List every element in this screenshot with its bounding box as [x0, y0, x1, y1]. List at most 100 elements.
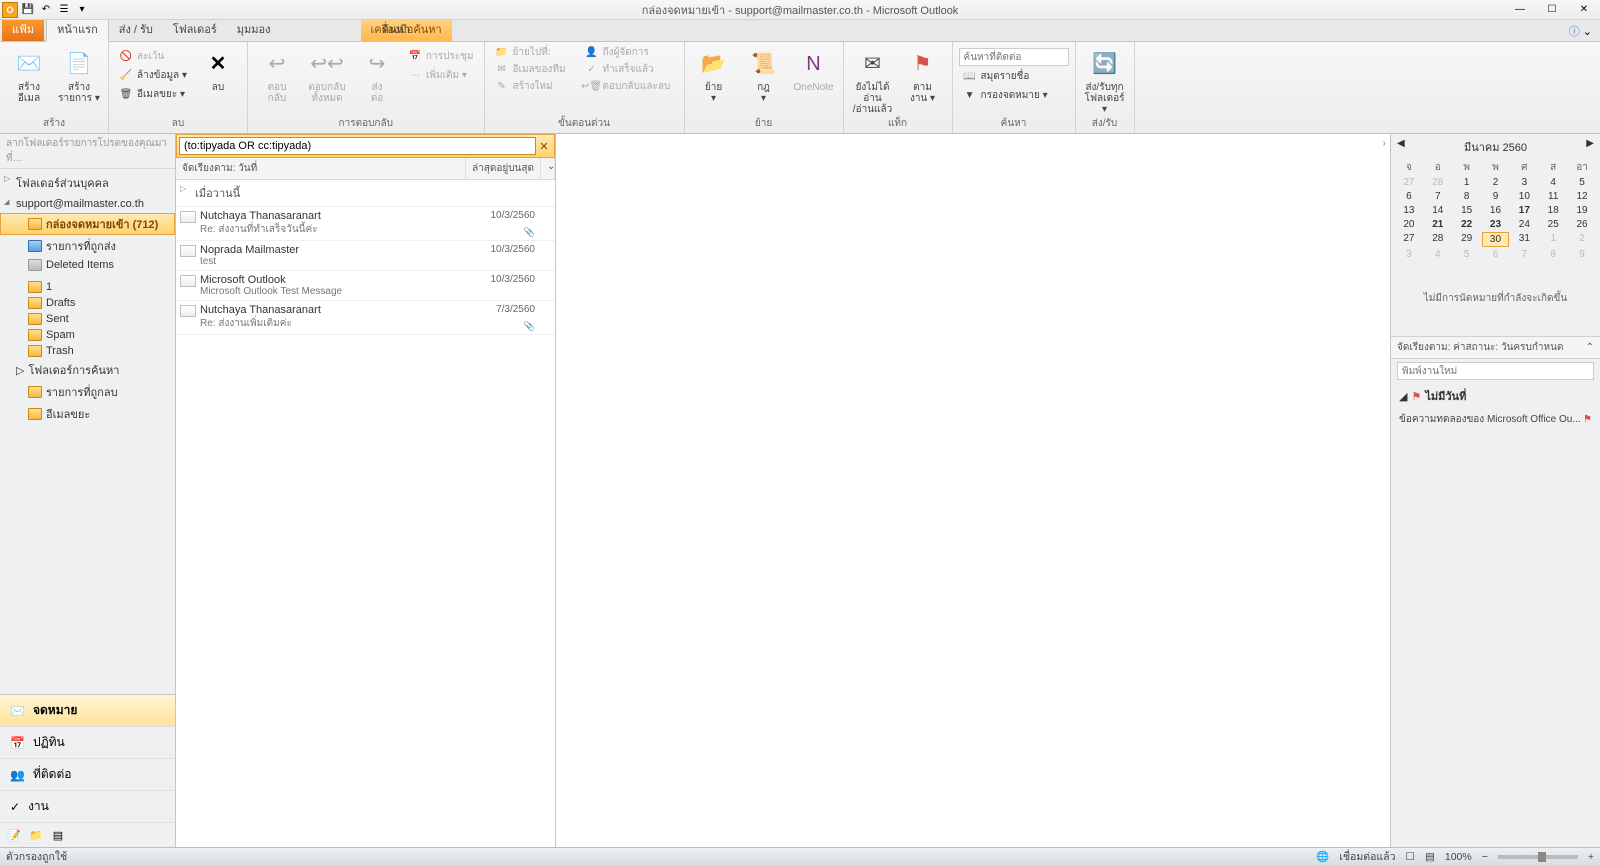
qs-create[interactable]: ✎สร้างใหม่ [491, 78, 581, 95]
cal-day[interactable]: 27 [1395, 232, 1423, 247]
qs-replydelete[interactable]: ↩🗑ตอบกลับและลบ [581, 78, 671, 95]
shortcuts-icon[interactable]: ▤ [50, 827, 66, 843]
rules-button[interactable]: 📜กฎ ▾ [741, 44, 787, 104]
cal-day[interactable]: 3 [1510, 176, 1538, 189]
cal-day[interactable]: 26 [1568, 218, 1596, 231]
cal-day[interactable]: 6 [1395, 190, 1423, 203]
cal-day[interactable]: 2 [1568, 232, 1596, 247]
help-icon[interactable]: ⓘ [1569, 26, 1580, 38]
cal-day[interactable]: 2 [1482, 176, 1510, 189]
cal-day[interactable]: 8 [1539, 248, 1567, 261]
reply-all-button[interactable]: ↩↩ตอบกลับ ทั้งหมด [304, 44, 350, 104]
message-item[interactable]: Nutchaya Thanasaranart 7/3/2560 Re: ส่งง… [176, 301, 555, 335]
task-header[interactable]: จัดเรียงตาม: ค่าสถานะ: วันครบกำหนด⌃ [1391, 336, 1600, 359]
qs-moveto[interactable]: 📁ย้ายไปที่: [491, 44, 581, 61]
cal-day[interactable]: 16 [1482, 204, 1510, 217]
task-item[interactable]: ข้อความทดลองของ Microsoft Office Ou... ⚑ [1391, 409, 1600, 430]
cal-day[interactable]: 27 [1395, 176, 1423, 189]
folder-one[interactable]: 1 [0, 279, 175, 295]
expand-reading-icon[interactable]: › [1383, 138, 1386, 149]
junk-button[interactable]: 🗑อีเมลขยะ ▾ [115, 86, 191, 103]
folder-sent[interactable]: Sent [0, 311, 175, 327]
tab-file[interactable]: แฟ้ม [2, 17, 44, 41]
newest-on-top[interactable]: ล่าสุดอยู่บนสุด [466, 158, 541, 179]
cal-day[interactable]: 7 [1510, 248, 1538, 261]
new-email-button[interactable]: ✉️ สร้าง อีเมล [6, 44, 52, 104]
cal-next-button[interactable]: ▶ [1586, 138, 1594, 149]
save-icon[interactable]: 💾 [20, 2, 36, 18]
cal-day[interactable]: 1 [1453, 176, 1481, 189]
forward-button[interactable]: ↪ส่ง ต่อ [354, 44, 400, 104]
zoom-slider[interactable] [1498, 855, 1578, 859]
maximize-button[interactable]: ☐ [1540, 2, 1564, 16]
cal-day[interactable]: 17 [1510, 204, 1538, 217]
cal-day[interactable]: 1 [1539, 232, 1567, 247]
cal-day[interactable]: 11 [1539, 190, 1567, 203]
cal-day[interactable]: 20 [1395, 218, 1423, 231]
cal-day[interactable]: 6 [1482, 248, 1510, 261]
message-item[interactable]: Nutchaya Thanasaranart 10/3/2560 Re: ส่ง… [176, 207, 555, 241]
more-respond-button[interactable]: ⋯เพิ่มเติม ▾ [404, 67, 478, 84]
task-group-nodate[interactable]: ◢ ⚑ ไม่มีวันที่ [1391, 383, 1600, 409]
followup-button[interactable]: ⚑ตาม งาน ▾ [900, 44, 946, 104]
tab-send-receive[interactable]: ส่ง / รับ [109, 17, 163, 41]
cal-day[interactable]: 9 [1568, 248, 1596, 261]
undo-icon[interactable]: ↶ [38, 2, 54, 18]
cal-day[interactable]: 9 [1482, 190, 1510, 203]
folderlist-icon[interactable]: 📁 [28, 827, 44, 843]
message-flag-icon[interactable] [539, 245, 551, 257]
cal-day[interactable]: 8 [1453, 190, 1481, 203]
cal-day[interactable]: 18 [1539, 204, 1567, 217]
task-expand-icon[interactable]: ⌃ [1586, 342, 1594, 353]
message-item[interactable]: Noprada Mailmaster 10/3/2560 test [176, 241, 555, 271]
search-input[interactable] [179, 137, 536, 155]
cal-day[interactable]: 5 [1568, 176, 1596, 189]
cal-day[interactable]: 24 [1510, 218, 1538, 231]
cal-day[interactable]: 23 [1482, 218, 1510, 231]
nav-tasks[interactable]: ✓งาน [0, 791, 175, 823]
minimize-ribbon-icon[interactable]: ⌄ [1583, 26, 1592, 38]
qs-done[interactable]: ✓ทำเสร็จแล้ว [581, 61, 671, 78]
cal-day[interactable]: 4 [1424, 248, 1452, 261]
new-items-button[interactable]: 📄 สร้าง รายการ ▾ [56, 44, 102, 104]
ignore-button[interactable]: 🚫ละเว้น [115, 48, 191, 65]
cal-day[interactable]: 13 [1395, 204, 1423, 217]
qs-manager[interactable]: 👤ถึงผู้จัดการ [581, 44, 671, 61]
meeting-button[interactable]: 📅การประชุม [404, 48, 478, 65]
delete-button[interactable]: ✕ ลบ [195, 44, 241, 93]
expand-header-icon[interactable]: ⌄ [541, 158, 555, 179]
cal-day[interactable]: 31 [1510, 232, 1538, 247]
personal-folders-header[interactable]: โฟลเดอร์ส่วนบุคคล [0, 171, 175, 195]
folder-spam[interactable]: Spam [0, 327, 175, 343]
account-node[interactable]: support@mailmaster.co.th [0, 195, 175, 213]
cal-day[interactable]: 22 [1453, 218, 1481, 231]
address-book-button[interactable]: 📖สมุดรายชื่อ [959, 68, 1069, 85]
folder-inbox[interactable]: กล่องจดหมายเข้า (712) [0, 213, 175, 235]
minimize-button[interactable]: — [1508, 2, 1532, 16]
cal-day[interactable]: 14 [1424, 204, 1452, 217]
view-normal-icon[interactable]: ☐ [1406, 851, 1415, 863]
nav-mail[interactable]: ✉️จดหมาย [0, 695, 175, 727]
qs-team[interactable]: ✉อีเมลของทีม [491, 61, 581, 78]
cal-day[interactable]: 29 [1453, 232, 1481, 247]
redo-icon[interactable]: ☰ [56, 2, 72, 18]
close-button[interactable]: ✕ [1572, 2, 1596, 16]
notes-icon[interactable]: 📝 [6, 827, 22, 843]
cal-day[interactable]: 28 [1424, 232, 1452, 247]
folder-trash[interactable]: Trash [0, 343, 175, 359]
find-contact-input[interactable] [959, 48, 1069, 66]
message-flag-icon[interactable] [539, 211, 551, 223]
message-flag-icon[interactable] [539, 275, 551, 287]
folder-all-deleted[interactable]: รายการที่ถูกลบ [0, 381, 175, 403]
folder-drafts[interactable]: Drafts [0, 295, 175, 311]
cal-day[interactable]: 25 [1539, 218, 1567, 231]
nav-contacts[interactable]: 👥ที่ติดต่อ [0, 759, 175, 791]
folder-sent-items[interactable]: รายการที่ถูกส่ง [0, 235, 175, 257]
cal-day[interactable]: 4 [1539, 176, 1567, 189]
cal-day[interactable]: 28 [1424, 176, 1452, 189]
view-reading-icon[interactable]: ▤ [1425, 851, 1435, 863]
zoom-out-button[interactable]: − [1482, 851, 1488, 863]
cal-day[interactable]: 19 [1568, 204, 1596, 217]
message-item[interactable]: Microsoft Outlook 10/3/2560 Microsoft Ou… [176, 271, 555, 301]
cal-day[interactable]: 7 [1424, 190, 1452, 203]
